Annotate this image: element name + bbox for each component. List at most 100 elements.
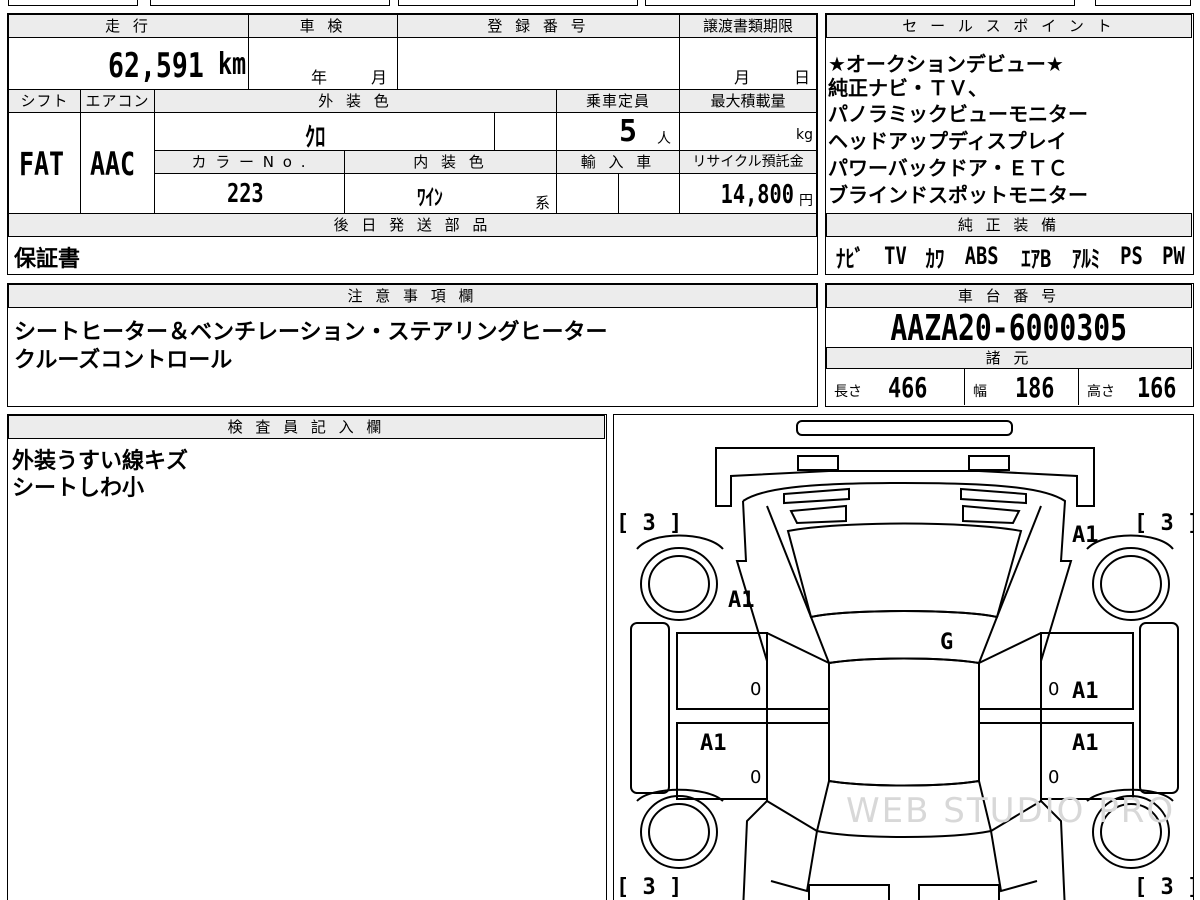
specs-label: 諸 元	[826, 347, 1192, 369]
color-no-cell: 223	[154, 173, 345, 214]
spec-length-label: 長さ	[834, 384, 862, 400]
max-load-label: 最大積載量	[679, 89, 817, 113]
interior-color-suffix: 系	[535, 194, 551, 212]
exterior-color-label: 外 装 色	[154, 89, 557, 113]
equipment-item-leather: ｶﾜ	[925, 244, 945, 273]
sales-point: 純正ナビ・ＴＶ、	[828, 76, 988, 100]
equipment-item-airbag: ｴｱB	[1020, 244, 1051, 273]
import-cell-a	[556, 173, 619, 214]
watermark: WEB STUDIO PRO	[846, 791, 1176, 831]
registration-label: 登 録 番 号	[397, 14, 680, 38]
later-parts-value: 保証書	[14, 247, 81, 272]
capacity-value: 5	[619, 114, 638, 149]
equipment-item-abs: ABS	[964, 242, 999, 270]
damage-mark-right-front-fender: A1	[1072, 523, 1099, 548]
interior-color-cell: ﾜｲﾝ 系	[344, 173, 557, 214]
later-parts-label: 後 日 発 送 部 品	[8, 213, 817, 237]
damage-mark-left-front-fender: A1	[728, 588, 755, 613]
damage-mark-right-rear-door: A1	[1072, 731, 1099, 756]
color-no-label: カ ラ ー N o .	[154, 150, 345, 174]
equipment-list: ﾅﾋﾞ TV ｶﾜ ABS ｴｱB ｱﾙﾐ PS PW	[832, 240, 1188, 273]
inspection-label: 車 検	[248, 14, 398, 38]
ac-cell: AAC	[80, 112, 155, 214]
spec-height-label: 高さ	[1087, 384, 1115, 400]
shift-cell: FAT	[8, 112, 81, 214]
sales-point: ブラインドスポットモニター	[828, 183, 1088, 207]
inspection-month: 月	[371, 68, 388, 87]
tire-tread-front-right: [ 3 ]	[1134, 511, 1194, 536]
damage-mark-windshield: G	[940, 630, 954, 655]
color-no-value: 223	[227, 179, 264, 209]
mileage-value: 62,591	[108, 46, 204, 86]
notes-label: 注 意 事 項 欄	[8, 284, 817, 308]
equipment-item-tv: TV	[884, 242, 907, 270]
exterior-color-cell: ｸﾛ	[154, 112, 495, 153]
ac-value: AAC	[90, 145, 136, 183]
vehicle-info-table: 走 行 車 検 登 録 番 号 譲渡書類期限 62,591 km 年 月 月 日…	[7, 13, 818, 275]
door-reading: 0	[1048, 767, 1060, 788]
inspector-panel: 検 査 員 記 入 欄 外装うすい線キズ シートしわ小	[7, 414, 607, 900]
interior-color-label: 内 装 色	[344, 150, 557, 174]
door-reading: 0	[1048, 679, 1060, 700]
capacity-cell: 5 人	[556, 112, 680, 151]
notes-line: クルーズコントロール	[14, 348, 233, 373]
spec-height-value: 166	[1137, 371, 1177, 404]
interior-color-value: ﾜｲﾝ	[417, 186, 443, 211]
exterior-color-value: ｸﾛ	[305, 123, 326, 153]
car-condition-diagram: WEB STUDIO PRO [ 3 ] [ 3 ] [ 3 ] [ 3 ] A…	[613, 414, 1194, 900]
mileage-unit: km	[217, 47, 246, 82]
transfer-day: 日	[794, 68, 811, 87]
capacity-label: 乗車定員	[556, 89, 680, 113]
sales-points-panel: セ ー ル ス ポ イ ン ト ★オークションデビュー★ 純正ナビ・ＴＶ、 パノ…	[825, 13, 1194, 275]
chassis-label: 車 台 番 号	[826, 284, 1192, 308]
equipment-item-alloy: ｱﾙﾐ	[1071, 244, 1101, 273]
damage-mark-left-rear-door: A1	[700, 731, 727, 756]
transfer-deadline-label: 譲渡書類期限	[679, 14, 817, 38]
chassis-number: AAZA20-6000305	[890, 308, 1128, 349]
equipment-item-navi: ﾅﾋﾞ	[835, 244, 865, 273]
exterior-color-extra-cell	[494, 112, 557, 151]
notes-panel: 注 意 事 項 欄 シートヒーター＆ベンチレーション・ステアリングヒーター クル…	[7, 283, 818, 407]
damage-mark-right-front-door: A1	[1072, 679, 1099, 704]
registration-cell	[397, 37, 680, 90]
sales-points-label: セ ー ル ス ポ イ ン ト	[826, 14, 1192, 38]
import-cell-b	[618, 173, 680, 214]
spec-width-value: 186	[1015, 371, 1055, 404]
equipment-item-pw: PW	[1162, 242, 1185, 270]
transfer-month: 月	[734, 68, 751, 87]
tire-tread-rear-right: [ 3 ]	[1134, 875, 1194, 900]
equipment-label: 純 正 装 備	[826, 213, 1192, 237]
spec-height-cell: 高さ 166	[1078, 368, 1192, 405]
inspection-cell: 年 月	[248, 37, 398, 90]
max-load-unit: kg	[796, 127, 813, 143]
inspector-label: 検 査 員 記 入 欄	[8, 415, 605, 439]
inspection-year: 年	[311, 68, 328, 87]
ac-label: エアコン	[80, 89, 155, 113]
spec-length-value: 466	[888, 371, 928, 404]
spec-length-cell: 長さ 466	[826, 368, 965, 405]
sales-point: パノラミックビューモニター	[828, 102, 1088, 126]
tire-tread-front-left: [ 3 ]	[616, 511, 683, 536]
top-strip	[0, 0, 1200, 7]
door-reading: 0	[750, 767, 762, 788]
spec-width-cell: 幅 186	[964, 368, 1079, 405]
recycle-value: 14,800	[720, 180, 794, 210]
equipment-item-ps: PS	[1120, 242, 1143, 270]
sales-point: ヘッドアップディスプレイ	[828, 129, 1067, 153]
shift-value: FAT	[19, 145, 65, 183]
shift-label: シフト	[8, 89, 81, 113]
spec-width-label: 幅	[973, 384, 987, 400]
tire-tread-rear-left: [ 3 ]	[616, 875, 683, 900]
transfer-cell: 月 日	[679, 37, 817, 90]
sales-point: パワーバックドア・ＥＴＣ	[828, 156, 1068, 180]
capacity-unit: 人	[657, 131, 671, 147]
recycle-unit: 円	[799, 193, 813, 209]
inspector-line: シートしわ小	[12, 476, 145, 501]
import-label: 輸 入 車	[556, 150, 680, 174]
max-load-cell: kg	[679, 112, 817, 151]
mileage-cell: 62,591 km	[8, 37, 249, 90]
chassis-panel: 車 台 番 号 AAZA20-6000305 諸 元 長さ 466 幅 186 …	[825, 283, 1194, 407]
recycle-label: リサイクル預託金	[679, 150, 817, 174]
mileage-label: 走 行	[8, 14, 249, 38]
recycle-cell: 14,800 円	[679, 173, 817, 214]
